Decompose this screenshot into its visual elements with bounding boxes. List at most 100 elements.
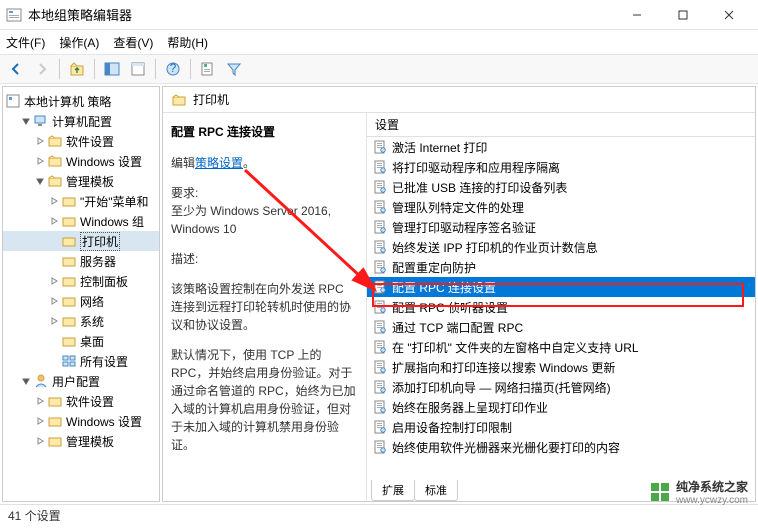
filter-button[interactable]: [222, 57, 246, 81]
maximize-button[interactable]: [660, 0, 706, 30]
list-item[interactable]: 管理打印驱动程序签名验证: [367, 217, 755, 237]
policy-icon: [373, 140, 387, 154]
list-item-label: 激活 Internet 打印: [392, 139, 487, 156]
list-item[interactable]: 在 "打印机" 文件夹的左窗格中自定义支持 URL: [367, 337, 755, 357]
tree-windows-components[interactable]: Windows 组: [3, 211, 159, 231]
forward-button[interactable]: [30, 57, 54, 81]
policy-icon: [373, 240, 387, 254]
requirements-label: 要求:: [171, 186, 198, 200]
titlebar: 本地组策略编辑器: [0, 0, 758, 30]
list-item-label: 扩展指向和打印连接以搜索 Windows 更新: [392, 359, 615, 376]
watermark: 纯净系统之家 www.ycwzy.com: [650, 478, 748, 506]
navigation-tree[interactable]: 本地计算机 策略 计算机配置 软件设置 Windows 设置 管理模板 "开始"…: [2, 86, 160, 502]
policy-icon: [373, 400, 387, 414]
toolbar: ?: [0, 54, 758, 84]
menu-view[interactable]: 查看(V): [113, 34, 153, 51]
window-title: 本地组策略编辑器: [28, 5, 614, 24]
policy-icon: [373, 420, 387, 434]
back-button[interactable]: [4, 57, 28, 81]
list-item-label: 已批准 USB 连接的打印设备列表: [392, 179, 567, 196]
description-pane: 配置 RPC 连接设置 编辑策略设置。 要求:至少为 Windows Serve…: [163, 113, 367, 501]
list-item-label: 始终在服务器上呈现打印作业: [392, 399, 548, 416]
list-item[interactable]: 通过 TCP 端口配置 RPC: [367, 317, 755, 337]
list-item-label: 通过 TCP 端口配置 RPC: [392, 319, 523, 336]
policy-icon: [373, 200, 387, 214]
policy-icon: [373, 300, 387, 314]
list-item[interactable]: 扩展指向和打印连接以搜索 Windows 更新: [367, 357, 755, 377]
selected-setting-title: 配置 RPC 连接设置: [171, 123, 358, 140]
list-item[interactable]: 配置 RPC 连接设置: [367, 277, 755, 297]
list-item[interactable]: 管理队列特定文件的处理: [367, 197, 755, 217]
menubar: 文件(F) 操作(A) 查看(V) 帮助(H): [0, 30, 758, 54]
tree-root[interactable]: 本地计算机 策略: [3, 91, 159, 111]
policy-icon: [373, 280, 387, 294]
menu-help[interactable]: 帮助(H): [167, 34, 208, 51]
tree-computer-config[interactable]: 计算机配置: [3, 111, 159, 131]
status-bar: 41 个设置: [0, 504, 758, 526]
list-item-label: 管理打印驱动程序签名验证: [392, 219, 536, 236]
description-label: 描述:: [171, 250, 358, 268]
edit-policy-link[interactable]: 策略设置: [195, 156, 243, 170]
policy-icon: [373, 320, 387, 334]
list-column-header[interactable]: 设置: [367, 113, 755, 137]
tree-network[interactable]: 网络: [3, 291, 159, 311]
tree-desktop[interactable]: 桌面: [3, 331, 159, 351]
policy-icon: [373, 180, 387, 194]
tree-start-menu[interactable]: "开始"菜单和: [3, 191, 159, 211]
tree-all-settings[interactable]: 所有设置: [3, 351, 159, 371]
menu-action[interactable]: 操作(A): [59, 34, 99, 51]
list-item[interactable]: 将打印驱动程序和应用程序隔离: [367, 157, 755, 177]
list-item-label: 始终发送 IPP 打印机的作业页计数信息: [392, 239, 598, 256]
tree-user-config[interactable]: 用户配置: [3, 371, 159, 391]
policy-icon: [373, 340, 387, 354]
up-button[interactable]: [65, 57, 89, 81]
tree-windows-settings-2[interactable]: Windows 设置: [3, 411, 159, 431]
tree-windows-settings-1[interactable]: Windows 设置: [3, 151, 159, 171]
tree-software-settings-2[interactable]: 软件设置: [3, 391, 159, 411]
list-item[interactable]: 启用设备控制打印限制: [367, 417, 755, 437]
svg-text:?: ?: [170, 61, 177, 75]
settings-list-pane: 设置 激活 Internet 打印将打印驱动程序和应用程序隔离已批准 USB 连…: [367, 113, 755, 501]
status-text: 41 个设置: [8, 507, 61, 524]
tree-servers[interactable]: 服务器: [3, 251, 159, 271]
list-item[interactable]: 始终使用软件光栅器来光栅化要打印的内容: [367, 437, 755, 457]
policy-icon: [373, 220, 387, 234]
list-item[interactable]: 激活 Internet 打印: [367, 137, 755, 157]
list-item[interactable]: 配置重定向防护: [367, 257, 755, 277]
list-item-label: 启用设备控制打印限制: [392, 419, 512, 436]
list-item[interactable]: 添加打印机向导 — 网络扫描页(托管网络): [367, 377, 755, 397]
properties-button[interactable]: [126, 57, 150, 81]
content-header: 打印机: [163, 87, 755, 113]
export-button[interactable]: [196, 57, 220, 81]
tab-standard[interactable]: 标准: [414, 480, 458, 501]
tree-control-panel[interactable]: 控制面板: [3, 271, 159, 291]
watermark-logo: [650, 482, 670, 502]
tree-printers[interactable]: 打印机: [3, 231, 159, 251]
policy-icon: [373, 260, 387, 274]
close-button[interactable]: [706, 0, 752, 30]
content-pane: 打印机 配置 RPC 连接设置 编辑策略设置。 要求:至少为 Windows S…: [162, 86, 756, 502]
list-item[interactable]: 配置 RPC 侦听器设置: [367, 297, 755, 317]
list-item-label: 始终使用软件光栅器来光栅化要打印的内容: [392, 439, 620, 456]
settings-list[interactable]: 激活 Internet 打印将打印驱动程序和应用程序隔离已批准 USB 连接的打…: [367, 137, 755, 479]
tree-software-settings-1[interactable]: 软件设置: [3, 131, 159, 151]
watermark-url: www.ycwzy.com: [676, 495, 748, 506]
list-item[interactable]: 始终发送 IPP 打印机的作业页计数信息: [367, 237, 755, 257]
list-item-label: 配置 RPC 连接设置: [392, 279, 496, 296]
description-p2: 默认情况下，使用 TCP 上的 RPC，并始终启用身份验证。对于通过命名管道的 …: [171, 346, 358, 454]
list-item[interactable]: 已批准 USB 连接的打印设备列表: [367, 177, 755, 197]
policy-icon: [373, 160, 387, 174]
help-button[interactable]: ?: [161, 57, 185, 81]
list-item-label: 添加打印机向导 — 网络扫描页(托管网络): [392, 379, 611, 396]
tab-extended[interactable]: 扩展: [371, 480, 415, 501]
description-p1: 该策略设置控制在向外发送 RPC 连接到远程打印轮转机时使用的协议和协议设置。: [171, 280, 358, 334]
tree-admin-templates-2[interactable]: 管理模板: [3, 431, 159, 451]
folder-icon: [171, 92, 187, 108]
menu-file[interactable]: 文件(F): [6, 34, 45, 51]
tree-admin-templates-1[interactable]: 管理模板: [3, 171, 159, 191]
minimize-button[interactable]: [614, 0, 660, 30]
list-item-label: 在 "打印机" 文件夹的左窗格中自定义支持 URL: [392, 339, 639, 356]
show-hide-tree-button[interactable]: [100, 57, 124, 81]
list-item[interactable]: 始终在服务器上呈现打印作业: [367, 397, 755, 417]
tree-system[interactable]: 系统: [3, 311, 159, 331]
